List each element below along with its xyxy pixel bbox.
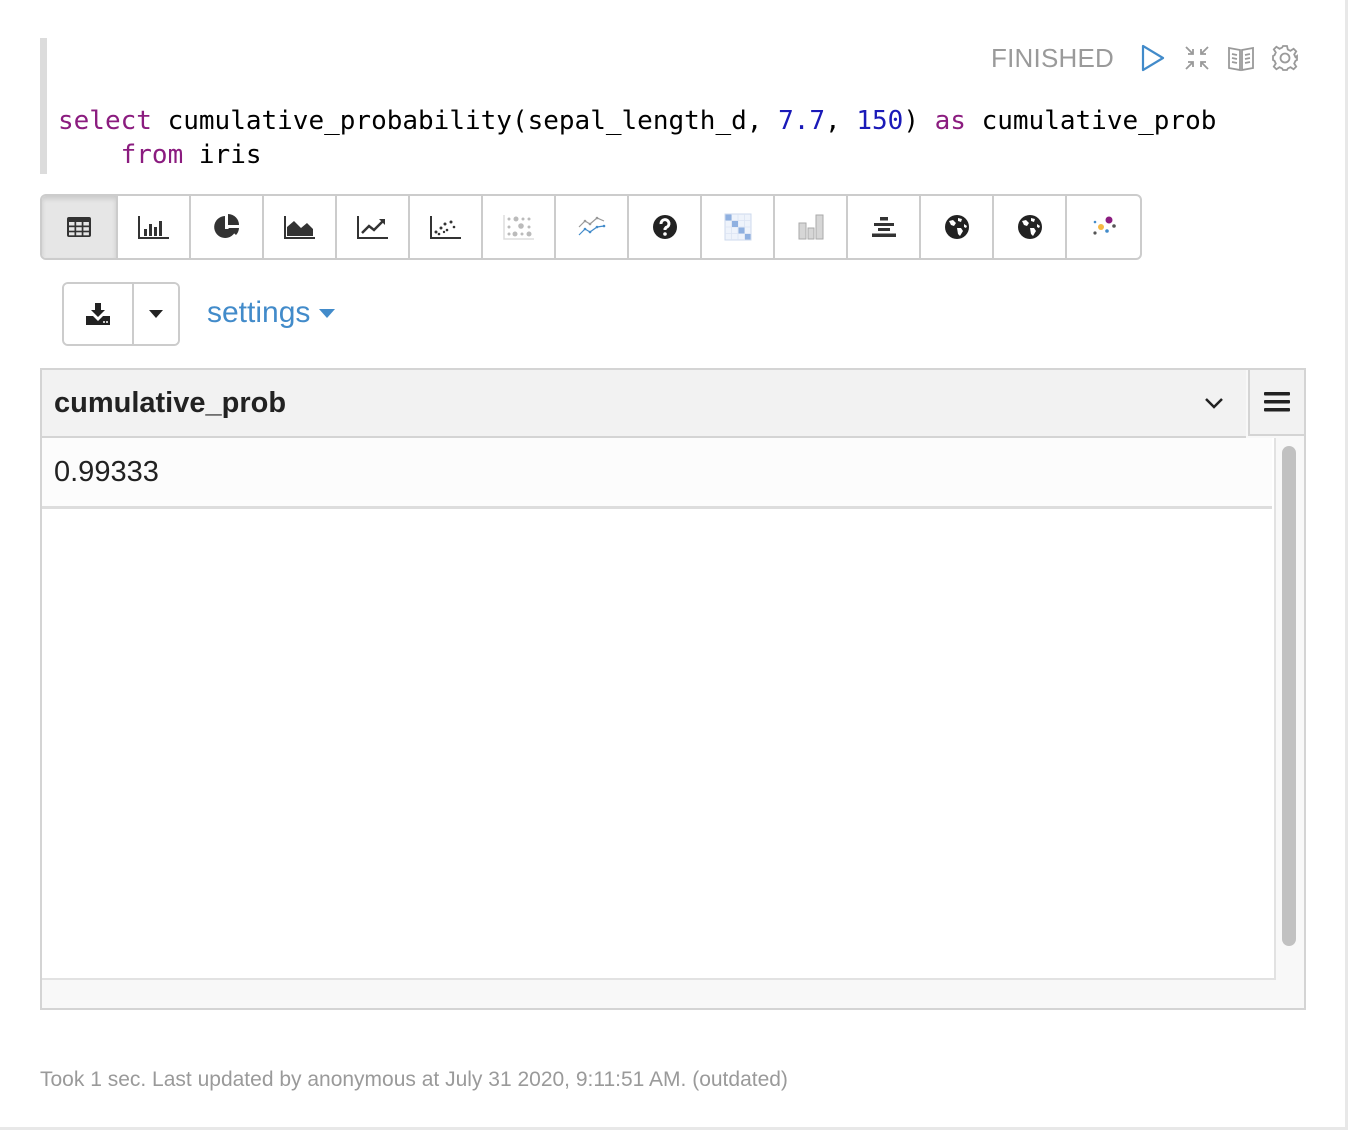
code-keyword: select (58, 106, 152, 136)
area-chart-icon (283, 216, 315, 239)
code-text: , (825, 106, 857, 136)
caret-down-icon (149, 310, 163, 318)
vertical-scrollbar[interactable] (1278, 440, 1300, 980)
scatter-chart-icon (429, 216, 461, 239)
viz-button-heatmap[interactable] (702, 196, 775, 258)
viz-button-help[interactable] (629, 196, 702, 258)
status-label: FINISHED (991, 42, 1114, 73)
visualization-toolbar (40, 194, 1142, 260)
play-icon[interactable] (1138, 43, 1168, 73)
caret-down-icon (319, 308, 336, 318)
viz-button-bar-chart[interactable] (118, 196, 191, 258)
pie-chart-icon (213, 214, 239, 238)
question-icon (652, 215, 677, 239)
gear-icon[interactable] (1270, 43, 1300, 73)
viz-button-pie-chart[interactable] (191, 196, 264, 258)
compress-icon[interactable] (1182, 43, 1212, 73)
code-number: 7.7 (778, 106, 826, 136)
result-table: cumulative_prob 0.99333 (40, 368, 1306, 1010)
line-chart-icon (356, 216, 388, 239)
notebook-paragraph: FINISHED select cumulative_probability(s… (0, 0, 1348, 1130)
table-header: cumulative_prob (42, 370, 1246, 438)
chevron-down-icon (1205, 398, 1223, 409)
scrollbar-thumb[interactable] (1282, 446, 1296, 946)
code-editor[interactable]: select cumulative_probability(sepal_leng… (58, 104, 1216, 172)
viz-button-line-chart[interactable] (337, 196, 410, 258)
editor-gutter-bar (40, 38, 47, 174)
download-icon (86, 303, 110, 325)
network-icon (1092, 216, 1116, 235)
code-keyword: from (120, 140, 184, 170)
grid-menu-button[interactable] (1248, 370, 1304, 436)
viz-button-column-chart[interactable] (775, 196, 848, 258)
bar-chart-icon (137, 216, 169, 239)
viz-button-map-2[interactable] (994, 196, 1067, 258)
table-cell: 0.99333 (54, 455, 159, 488)
download-button[interactable] (64, 284, 132, 344)
viz-button-network[interactable] (1067, 196, 1140, 258)
globe-icon (944, 215, 969, 239)
paragraph-footer-status: Took 1 sec. Last updated by anonymous at… (40, 1068, 788, 1091)
viz-button-table[interactable] (42, 196, 118, 258)
settings-label: settings (207, 296, 311, 329)
code-text: cumulative_prob (965, 106, 1217, 136)
multi-line-chart-icon (578, 216, 605, 236)
paragraph-control-bar: FINISHED (991, 40, 1300, 76)
code-keyword: as (934, 106, 966, 136)
heatmap-icon (724, 213, 751, 241)
table-row[interactable]: 0.99333 (42, 438, 1272, 509)
column-header[interactable]: cumulative_prob (54, 387, 1194, 420)
viz-button-scatter-chart[interactable] (410, 196, 483, 258)
viz-button-bubble-chart[interactable] (483, 196, 556, 258)
download-button-group (62, 282, 180, 346)
viz-button-area-chart[interactable] (264, 196, 337, 258)
code-text: iris (183, 140, 262, 170)
globe-icon (1017, 215, 1042, 239)
code-text: ) (903, 106, 935, 136)
settings-dropdown-link[interactable]: settings (207, 296, 336, 330)
funnel-icon (871, 217, 896, 237)
viz-button-funnel-chart[interactable] (848, 196, 921, 258)
table-icon (67, 217, 91, 237)
code-number: 150 (856, 106, 904, 136)
hamburger-menu-icon (1264, 392, 1290, 412)
table-body: 0.99333 (42, 438, 1276, 980)
book-icon[interactable] (1226, 43, 1256, 73)
viz-button-map-1[interactable] (921, 196, 994, 258)
download-options-dropdown[interactable] (132, 284, 178, 344)
column-menu-button[interactable] (1194, 383, 1234, 423)
viz-button-multi-line-chart[interactable] (556, 196, 629, 258)
code-text: cumulative_probability(sepal_length_d, (151, 106, 779, 136)
column-chart-icon (798, 214, 823, 240)
bubble-chart-icon (502, 215, 534, 240)
